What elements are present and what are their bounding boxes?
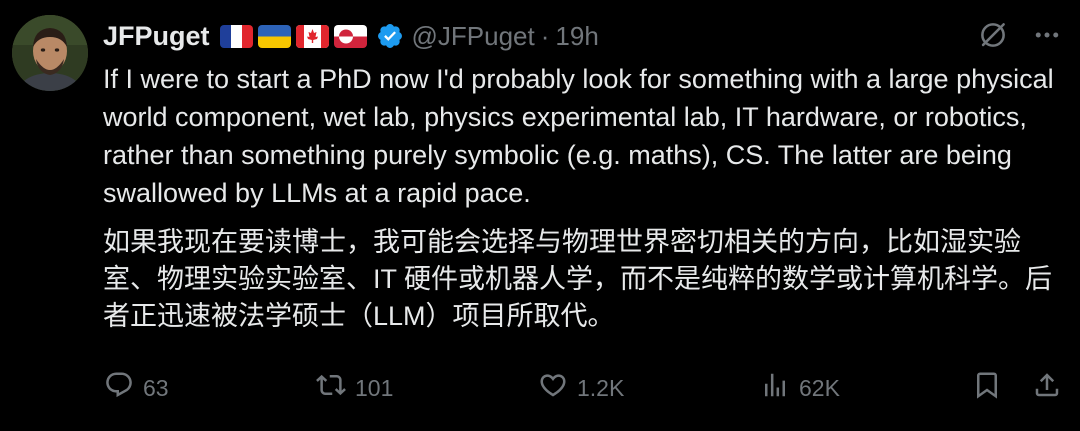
views-count: 62K (799, 374, 840, 401)
share-button[interactable] (1032, 370, 1062, 406)
tweet-text: If I were to start a PhD now I'd probabl… (103, 60, 1063, 347)
verified-badge-icon[interactable] (376, 22, 404, 50)
views-button[interactable]: 62K (760, 370, 840, 406)
header-actions (976, 18, 1062, 52)
like-button[interactable]: 1.2K (538, 370, 624, 406)
flag-ukraine-icon (257, 24, 291, 48)
bookmark-button[interactable] (972, 370, 1002, 406)
action-bar: 63 101 1.2K 62K (104, 366, 1062, 410)
like-icon (538, 370, 568, 406)
tweet-paragraph-zh: 如果我现在要读博士，我可能会选择与物理世界密切相关的方向，比如湿实验室、物理实验… (103, 227, 1053, 331)
reply-button[interactable]: 63 (104, 370, 169, 406)
timestamp[interactable]: 19h (555, 21, 598, 52)
views-icon (760, 370, 790, 406)
more-icon[interactable] (1032, 20, 1062, 50)
bookmark-icon (972, 370, 1002, 406)
flag-greenland-icon (333, 24, 367, 48)
flag-canada-icon (295, 24, 329, 48)
flag-france-icon (219, 24, 253, 48)
handle[interactable]: @JFPuget (412, 21, 535, 52)
grok-icon[interactable] (976, 18, 1010, 52)
display-name[interactable]: JFPuget (103, 21, 210, 52)
reply-count: 63 (143, 374, 169, 401)
tweet-header: JFPuget @JFPuget · 19h (103, 16, 599, 56)
repost-button[interactable]: 101 (316, 370, 393, 406)
reply-icon (104, 370, 134, 406)
repost-icon (316, 370, 346, 406)
like-count: 1.2K (577, 374, 625, 401)
avatar[interactable] (12, 15, 88, 91)
tweet-paragraph-en: If I were to start a PhD now I'd probabl… (103, 64, 1054, 208)
share-icon (1032, 370, 1062, 406)
tweet[interactable]: JFPuget @JFPuget · 19h If I were to star… (0, 0, 1080, 431)
repost-count: 101 (355, 374, 394, 401)
separator-dot: · (540, 20, 550, 51)
